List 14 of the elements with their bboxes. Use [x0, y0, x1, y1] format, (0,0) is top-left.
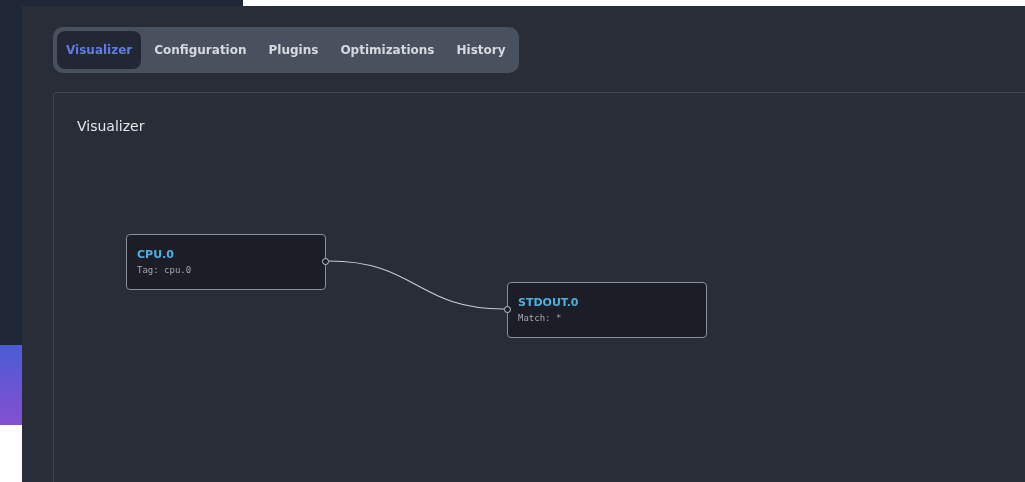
- node-title: STDOUT.0: [518, 296, 579, 309]
- input-port[interactable]: [504, 306, 511, 313]
- node-title: CPU.0: [137, 248, 174, 261]
- node-detail: Match: *: [518, 313, 562, 323]
- tab[interactable]: History: [447, 31, 515, 69]
- tab[interactable]: Optimizations: [331, 31, 444, 69]
- node-card[interactable]: STDOUT.0 Match: *: [507, 282, 707, 338]
- tab[interactable]: Visualizer: [57, 31, 142, 69]
- node-card[interactable]: CPU.0 Tag: cpu.0: [126, 234, 326, 290]
- tab[interactable]: Plugins: [259, 31, 328, 69]
- node-detail: Tag: cpu.0: [137, 265, 192, 275]
- output-port[interactable]: [322, 258, 329, 265]
- card-title: Visualizer: [77, 118, 145, 134]
- tab[interactable]: Configuration: [145, 31, 256, 69]
